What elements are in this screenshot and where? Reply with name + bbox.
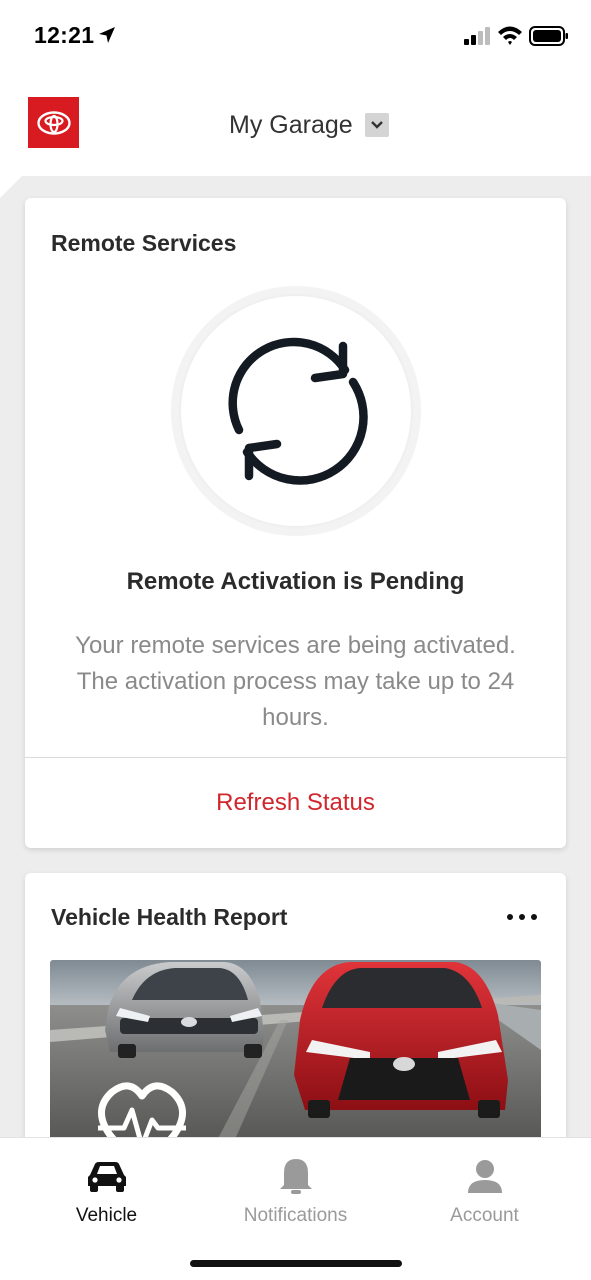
more-horizontal-icon[interactable] <box>507 907 537 927</box>
person-icon <box>463 1156 507 1196</box>
refresh-icon-container <box>171 286 421 536</box>
garage-selector[interactable]: My Garage <box>229 105 389 145</box>
home-indicator[interactable] <box>190 1260 402 1267</box>
tab-account-label: Account <box>450 1205 519 1226</box>
vehicle-health-card[interactable]: Vehicle Health Report <box>25 873 566 1173</box>
tab-account[interactable]: Account <box>386 1138 583 1248</box>
bottom-tab-bar: Vehicle Notifications Account <box>0 1137 591 1280</box>
battery-icon <box>529 26 568 46</box>
remote-services-card: Remote Services Remote Activation is Pen… <box>25 198 566 848</box>
refresh-status-button[interactable]: Refresh Status <box>25 758 566 848</box>
tab-vehicle[interactable]: Vehicle <box>8 1138 205 1248</box>
status-bar: 12:21 <box>0 0 591 72</box>
content-corner-decoration <box>0 176 22 198</box>
vehicle-health-title: Vehicle Health Report <box>51 904 288 930</box>
tab-vehicle-label: Vehicle <box>75 1205 138 1226</box>
refresh-icon <box>228 337 368 485</box>
tab-notifications-label: Notifications <box>243 1205 348 1226</box>
status-time: 12:21 <box>34 22 95 48</box>
bell-icon <box>274 1156 318 1196</box>
toyota-emblem-icon <box>36 110 71 135</box>
chevron-down-icon[interactable] <box>364 113 389 137</box>
cellular-signal-icon <box>464 27 490 45</box>
tab-notifications[interactable]: Notifications <box>197 1138 394 1248</box>
wifi-icon <box>498 26 522 45</box>
remote-services-title: Remote Services <box>51 230 237 256</box>
activation-status-description: Your remote services are being activated… <box>75 632 516 731</box>
activation-status-title: Remote Activation is Pending <box>126 568 465 595</box>
toyota-logo[interactable] <box>28 97 79 148</box>
location-arrow-icon <box>99 27 115 43</box>
car-icon <box>85 1156 129 1196</box>
garage-title: My Garage <box>229 110 353 139</box>
